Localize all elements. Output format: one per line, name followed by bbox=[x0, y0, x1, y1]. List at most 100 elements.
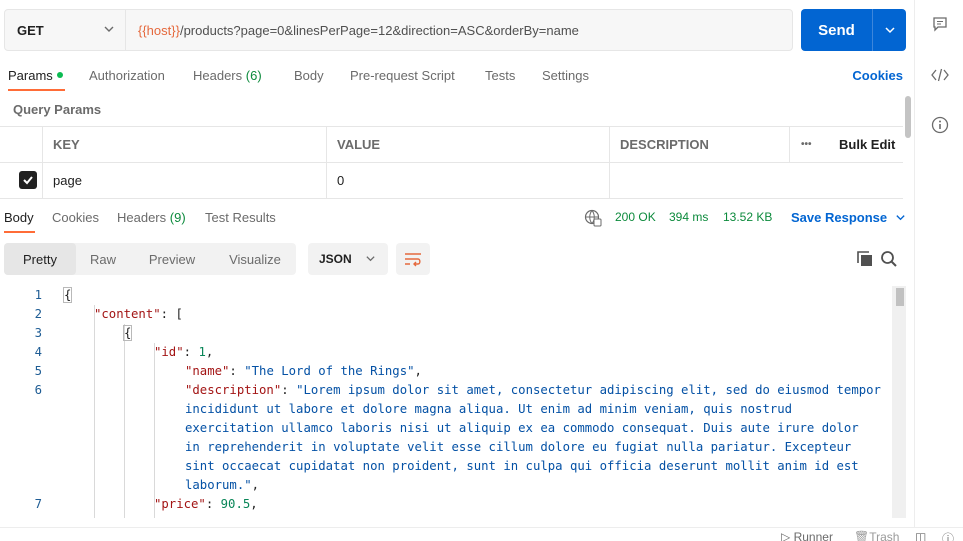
tab-test-results[interactable]: Test Results bbox=[205, 210, 276, 225]
param-value[interactable]: 0 bbox=[326, 163, 610, 198]
info-icon[interactable] bbox=[929, 114, 951, 136]
code-text: "description": "Lorem ipsum dolor sit am… bbox=[185, 381, 881, 400]
params-scrollbar[interactable] bbox=[905, 96, 911, 138]
bulk-edit-button[interactable]: Bulk Edit bbox=[829, 127, 903, 162]
tab-response-headers[interactable]: Headers (9) bbox=[117, 210, 186, 225]
runner-button[interactable]: ▷ Runner bbox=[781, 530, 833, 541]
url-bar: GET {{host}}/products?page=0&linesPerPag… bbox=[4, 9, 793, 51]
globe-icon[interactable] bbox=[584, 209, 602, 227]
cookies-link[interactable]: Cookies bbox=[852, 68, 903, 83]
line-number: 1 bbox=[34, 288, 42, 302]
send-dropdown[interactable] bbox=[873, 9, 906, 51]
tab-authorization[interactable]: Authorization bbox=[89, 68, 165, 83]
code-text: incididunt ut labore et dolore magna ali… bbox=[185, 400, 792, 419]
response-time[interactable]: 394 ms bbox=[669, 210, 708, 224]
tab-response-body[interactable]: Body bbox=[4, 210, 34, 225]
format-select[interactable]: JSON bbox=[308, 243, 388, 275]
code-token: , bbox=[205, 345, 214, 359]
tab-headers[interactable]: Headers (6) bbox=[193, 68, 262, 83]
comments-icon[interactable] bbox=[929, 13, 951, 35]
save-response-button[interactable]: Save Response bbox=[791, 210, 906, 225]
url-variable: {{host}} bbox=[138, 22, 180, 38]
code-token: "The Lord of the Rings" bbox=[244, 364, 415, 378]
request-tabs: Params Authorization Headers (6) Body Pr… bbox=[0, 60, 914, 92]
line-number: 3 bbox=[34, 326, 42, 340]
code-token: incididunt ut labore et dolore magna ali… bbox=[185, 402, 793, 416]
table-header-row: KEY VALUE DESCRIPTION ••• Bulk Edit bbox=[0, 127, 903, 163]
url-input[interactable]: {{host}}/products?page=0&linesPerPage=12… bbox=[126, 10, 792, 50]
tab-body[interactable]: Body bbox=[294, 68, 324, 83]
line-number: 7 bbox=[34, 497, 42, 511]
code-icon[interactable] bbox=[929, 64, 951, 86]
layout-icon[interactable]: ◫ bbox=[915, 530, 926, 541]
chevron-down-icon bbox=[896, 215, 905, 221]
active-tab-indicator bbox=[8, 89, 65, 91]
param-checkbox[interactable] bbox=[19, 171, 37, 189]
code-token: : bbox=[205, 497, 221, 511]
right-sidebar bbox=[914, 0, 963, 527]
view-preview[interactable]: Preview bbox=[130, 243, 214, 275]
chevron-down-icon bbox=[884, 27, 895, 34]
line-number: 5 bbox=[34, 364, 42, 378]
play-icon: ▷ bbox=[781, 530, 791, 541]
tab-settings[interactable]: Settings bbox=[542, 68, 589, 83]
method-select[interactable]: GET bbox=[5, 10, 126, 50]
code-token: { bbox=[122, 325, 133, 341]
headers-count: (6) bbox=[245, 68, 262, 83]
code-text: "content": [ bbox=[94, 305, 183, 324]
code-scrollbar[interactable] bbox=[892, 286, 906, 518]
code-text: "name": "The Lord of the Rings", bbox=[185, 362, 422, 381]
trash-label: Trash bbox=[869, 530, 900, 541]
code-text: in reprehenderit in voluptate velit esse… bbox=[185, 438, 851, 457]
search-icon[interactable] bbox=[880, 250, 898, 268]
code-token: , bbox=[414, 364, 422, 378]
code-token: : bbox=[281, 383, 297, 397]
column-key: KEY bbox=[42, 127, 326, 162]
response-body-code[interactable]: 1 {2 "content": [3 {4 "id": 1, 5 "name": "The … bbox=[0, 286, 892, 518]
chevron-down-icon bbox=[366, 256, 375, 262]
param-description[interactable] bbox=[609, 163, 903, 198]
code-token: "price" bbox=[154, 497, 206, 511]
send-button-group: Send bbox=[801, 9, 906, 51]
active-tab-indicator bbox=[4, 231, 35, 233]
tab-prerequest-script[interactable]: Pre-request Script bbox=[350, 68, 455, 83]
code-text: "id": 1, bbox=[154, 343, 213, 362]
code-token: : bbox=[183, 345, 199, 359]
code-text: exercitation ullamco laboris nisi ut ali… bbox=[185, 419, 859, 438]
response-size[interactable]: 13.52 KB bbox=[723, 210, 772, 224]
view-raw[interactable]: Raw bbox=[76, 243, 130, 275]
query-params-table: KEY VALUE DESCRIPTION ••• Bulk Edit page… bbox=[0, 126, 903, 199]
scrollbar-thumb[interactable] bbox=[896, 288, 904, 306]
send-button[interactable]: Send bbox=[801, 9, 873, 51]
code-token: "description" bbox=[185, 383, 282, 397]
more-options-button[interactable]: ••• bbox=[789, 127, 829, 162]
table-row: page 0 bbox=[0, 163, 903, 199]
code-token: sint occaecat cupidatat non proident, su… bbox=[185, 459, 859, 473]
tab-response-headers-label: Headers bbox=[117, 210, 167, 225]
column-value: VALUE bbox=[326, 127, 610, 162]
code-text: sint occaecat cupidatat non proident, su… bbox=[185, 457, 859, 476]
code-token: "name" bbox=[185, 364, 230, 378]
view-pretty[interactable]: Pretty bbox=[4, 243, 76, 275]
indent-guide bbox=[154, 343, 155, 518]
param-key[interactable]: page bbox=[42, 163, 326, 198]
checkmark-icon bbox=[23, 176, 33, 185]
copy-icon[interactable] bbox=[856, 250, 874, 268]
code-token: : bbox=[229, 364, 245, 378]
code-text: "price": 90.5, bbox=[154, 495, 258, 514]
code-token: , bbox=[251, 478, 260, 492]
status-bar: ▷ Runner 🗑Trash ◫ ⓘ bbox=[0, 527, 963, 541]
wrap-lines-button[interactable] bbox=[396, 243, 430, 275]
code-token: 90.5 bbox=[220, 497, 251, 511]
help-icon[interactable]: ⓘ bbox=[942, 530, 954, 541]
tab-params[interactable]: Params bbox=[8, 68, 63, 83]
trash-button[interactable]: 🗑Trash bbox=[854, 530, 899, 541]
tab-response-cookies[interactable]: Cookies bbox=[52, 210, 99, 225]
code-text: laborum.", bbox=[185, 476, 259, 495]
code-text: { bbox=[122, 324, 133, 343]
runner-label: Runner bbox=[793, 530, 833, 541]
status-code[interactable]: 200 OK bbox=[615, 210, 656, 224]
response-headers-count: (9) bbox=[169, 210, 186, 225]
view-visualize[interactable]: Visualize bbox=[214, 243, 296, 275]
tab-tests[interactable]: Tests bbox=[485, 68, 515, 83]
